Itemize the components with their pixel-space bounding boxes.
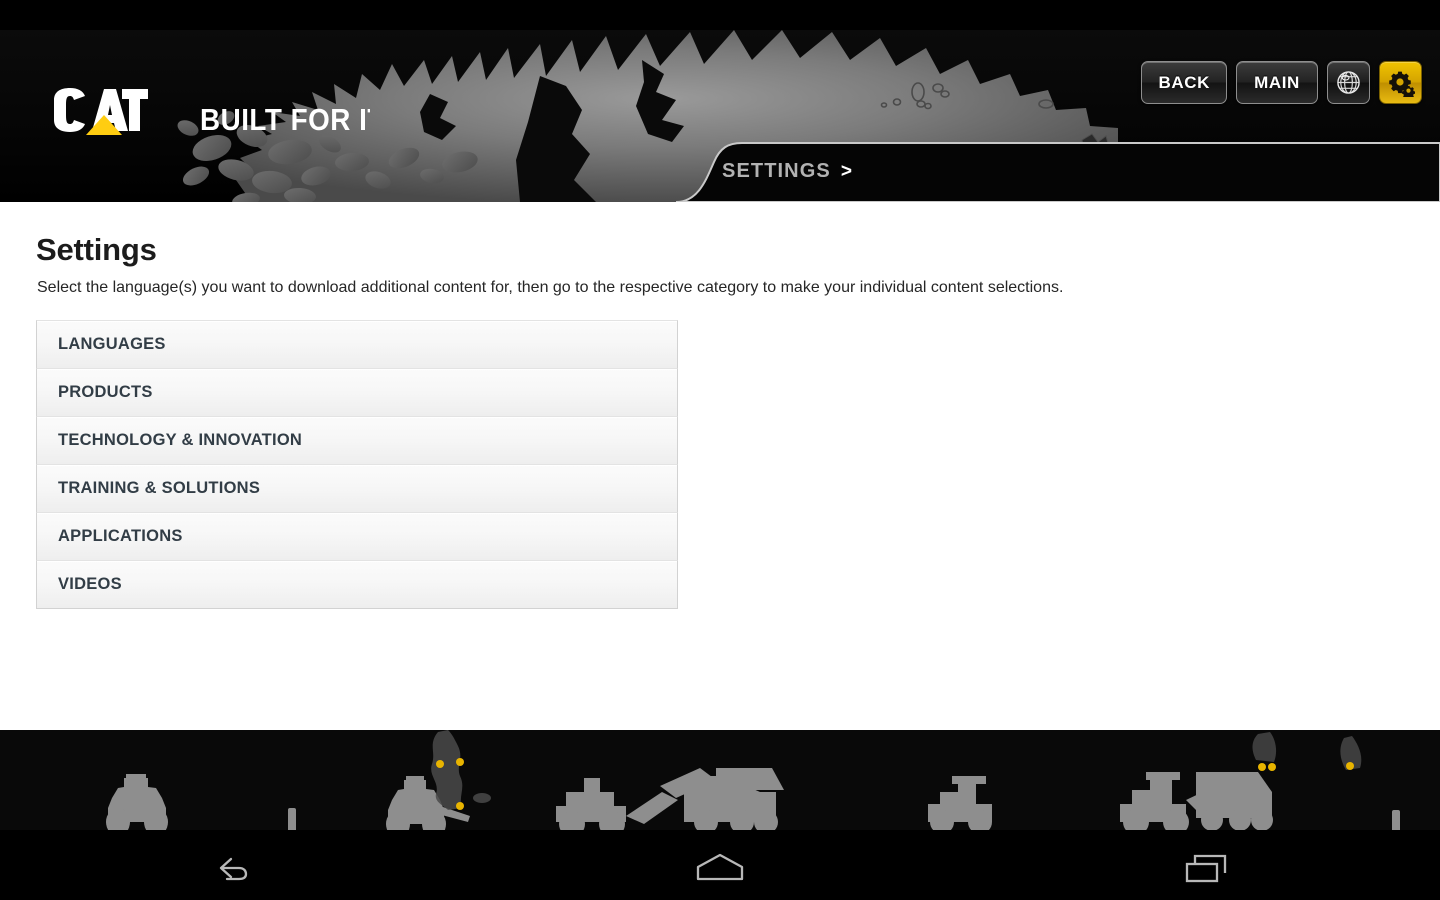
list-item-technology-innovation[interactable]: TECHNOLOGY & INNOVATION — [36, 416, 678, 465]
header-top-strip — [0, 0, 1440, 30]
list-item-label: TRAINING & SOLUTIONS — [58, 479, 261, 497]
breadcrumb[interactable]: SETTINGS > — [676, 142, 1440, 202]
globe-icon — [1337, 71, 1360, 94]
list-item-products[interactable]: PRODUCTS — [36, 368, 678, 417]
breadcrumb-label: SETTINGS — [722, 160, 831, 182]
gear-icon — [1388, 71, 1415, 97]
android-home-icon — [696, 853, 744, 880]
list-item-label: PRODUCTS — [58, 383, 153, 401]
header-button-group: BACK MAIN — [1141, 61, 1422, 104]
main-button[interactable]: MAIN — [1236, 61, 1318, 104]
android-home-button[interactable] — [598, 835, 842, 900]
app-header: ® BUILT FOR IT. BACK MAIN — [0, 0, 1440, 202]
page-title: Settings — [36, 232, 157, 267]
settings-button[interactable] — [1379, 61, 1422, 104]
cat-logo: ® — [52, 88, 148, 138]
app-root: ® BUILT FOR IT. BACK MAIN — [0, 0, 1440, 900]
list-item-label: VIDEOS — [58, 575, 122, 593]
main-button-label: MAIN — [1254, 72, 1300, 92]
tagline-label: BUILT FOR IT. — [200, 104, 370, 136]
nav-spacer-left — [354, 835, 598, 900]
main-content: Settings Select the language(s) you want… — [0, 202, 1440, 730]
back-button[interactable]: BACK — [1141, 61, 1227, 104]
list-item-label: TECHNOLOGY & INNOVATION — [58, 431, 303, 449]
globe-button[interactable] — [1327, 61, 1370, 104]
settings-category-list: LANGUAGES PRODUCTS TECHNOLOGY & INNOVATI… — [36, 320, 678, 609]
cat-logo-mark: ® — [54, 88, 148, 135]
brand-tagline: BUILT FOR IT. — [200, 102, 389, 141]
list-item-videos[interactable]: VIDEOS — [36, 560, 678, 609]
android-back-button[interactable] — [110, 835, 354, 900]
machinery-silhouette-graphic — [0, 730, 1440, 835]
list-item-applications[interactable]: APPLICATIONS — [36, 512, 678, 561]
list-item-label: APPLICATIONS — [58, 527, 183, 545]
page-description: Select the language(s) you want to downl… — [37, 279, 1064, 296]
footer-banner — [0, 730, 1440, 835]
svg-text:®: ® — [141, 90, 147, 99]
android-navigation-bar — [0, 835, 1440, 900]
list-item-label: LANGUAGES — [58, 335, 166, 353]
list-item-languages[interactable]: LANGUAGES — [36, 320, 678, 369]
breadcrumb-content: SETTINGS > — [722, 160, 853, 183]
chevron-right-icon: > — [840, 160, 854, 182]
android-recents-button[interactable] — [1086, 835, 1330, 900]
android-back-icon — [219, 857, 248, 880]
nav-spacer-right — [842, 835, 1086, 900]
tagline-text: BUILT FOR IT. — [200, 104, 389, 137]
list-item-training-solutions[interactable]: TRAINING & SOLUTIONS — [36, 464, 678, 513]
android-recents-icon — [1185, 854, 1227, 882]
back-button-label: BACK — [1158, 72, 1210, 92]
